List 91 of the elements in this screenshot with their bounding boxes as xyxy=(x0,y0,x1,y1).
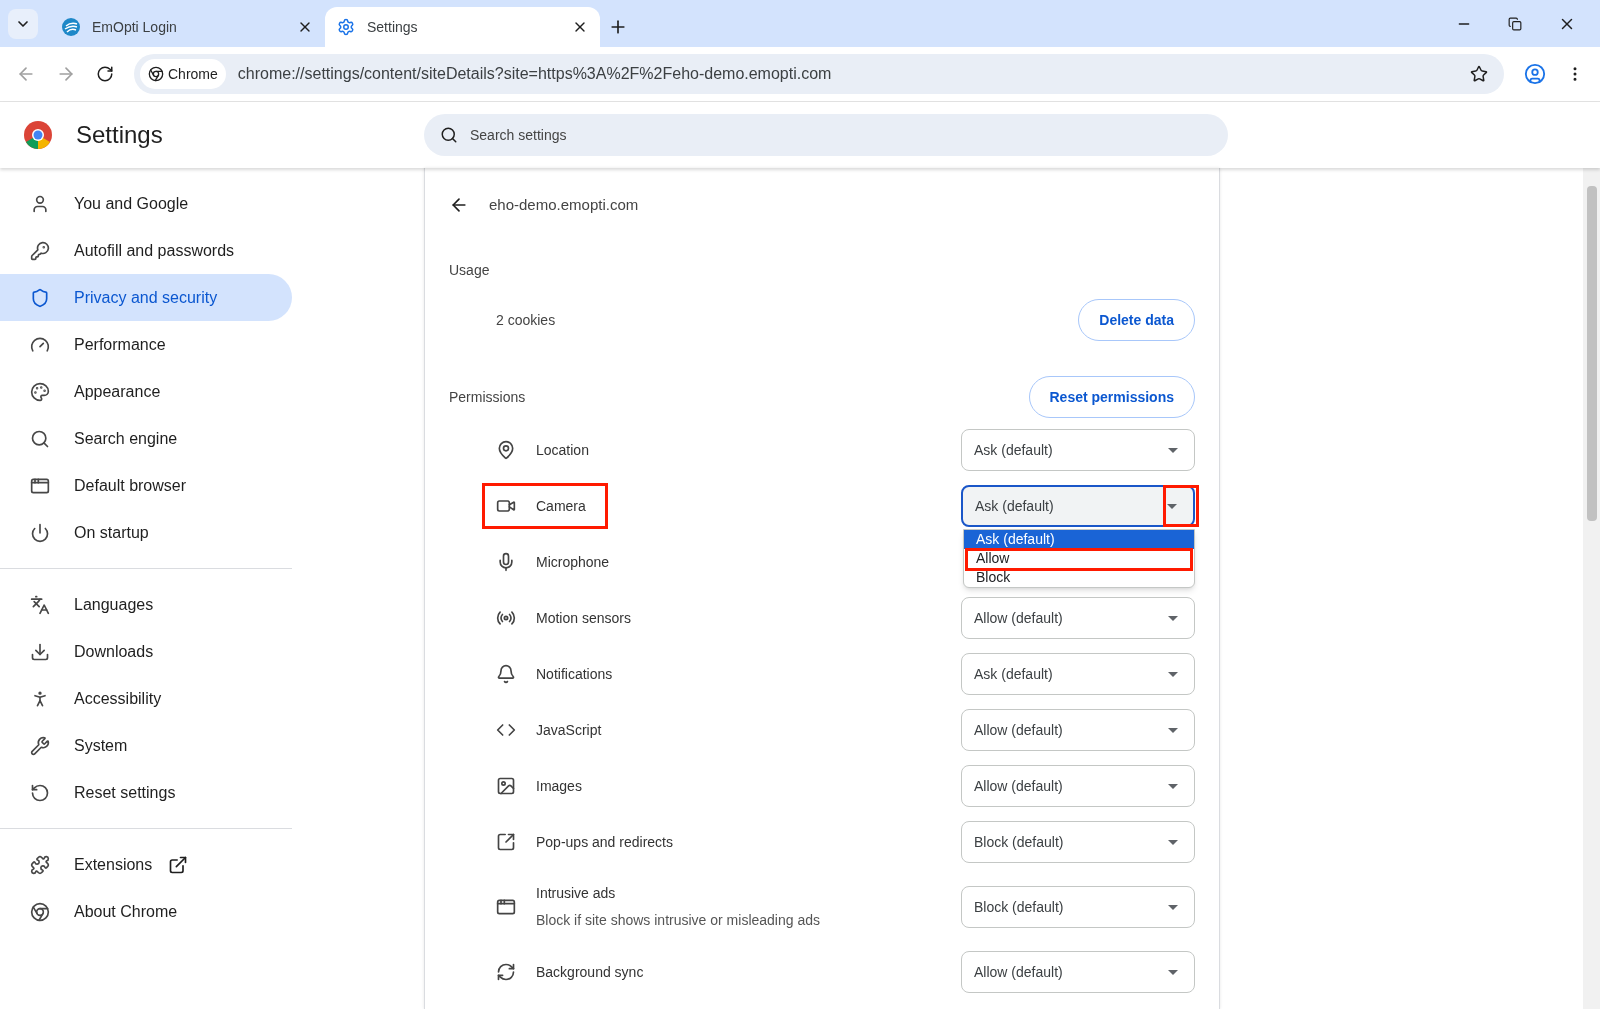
chrome-icon xyxy=(148,66,164,82)
person-icon xyxy=(30,193,50,214)
gear-icon xyxy=(337,18,355,36)
permission-dropdown[interactable]: Allow (default) xyxy=(961,951,1195,993)
key-icon xyxy=(30,240,50,261)
permission-dropdown[interactable]: Ask (default) xyxy=(961,485,1195,527)
search-field[interactable]: Search settings xyxy=(424,114,1228,156)
caret-icon xyxy=(1168,969,1178,975)
sidebar-item[interactable]: On startup xyxy=(0,509,292,556)
reset-icon xyxy=(30,782,50,803)
restore-icon[interactable] xyxy=(1508,16,1522,31)
sidebar-item[interactable]: Reset settings xyxy=(0,769,292,816)
star-icon[interactable] xyxy=(1470,65,1488,83)
permission-name: Background sync xyxy=(536,962,644,982)
tab-search-button[interactable] xyxy=(8,8,38,39)
section-heading: Permissions xyxy=(449,387,526,407)
reload-icon[interactable] xyxy=(96,65,114,83)
permission-name: Motion sensors xyxy=(536,608,631,628)
translate-icon xyxy=(30,594,50,615)
browser-tab[interactable]: EmOpti Login xyxy=(50,7,325,47)
sidebar-item[interactable]: Performance xyxy=(0,321,292,368)
tab-title: Settings xyxy=(367,17,419,37)
permission-name: Notifications xyxy=(536,664,613,684)
permission-description: Block if site shows intrusive or misleading ads xyxy=(536,911,820,930)
profile-icon[interactable] xyxy=(1524,63,1546,85)
sidebar-item[interactable]: Autofill and passwords xyxy=(0,227,292,274)
permission-name: Camera xyxy=(536,496,586,516)
bell-icon xyxy=(496,664,516,684)
permission-dropdown[interactable]: Block (default) xyxy=(961,886,1195,928)
chrome-icon xyxy=(30,901,50,922)
sidebar-item[interactable]: System xyxy=(0,722,292,769)
caret-icon xyxy=(1168,904,1178,910)
permission-dropdown[interactable]: Ask (default) xyxy=(961,653,1195,695)
chrome-logo-icon xyxy=(24,121,52,149)
caret-icon xyxy=(1168,783,1178,789)
permission-name: Location xyxy=(536,440,589,460)
permission-name: Images xyxy=(536,776,582,796)
microphone-icon xyxy=(496,552,516,572)
sidebar-item[interactable]: Search engine xyxy=(0,415,292,462)
dropdown-option[interactable]: Allow xyxy=(964,549,1194,568)
sidebar-item[interactable]: Downloads xyxy=(0,628,292,675)
window-icon xyxy=(496,897,516,917)
caret-icon xyxy=(1168,839,1178,845)
wrench-icon xyxy=(30,735,50,756)
sidebar-item[interactable]: Default browser xyxy=(0,462,292,509)
sidebar-item[interactable]: Extensions xyxy=(0,841,292,888)
sidebar-item[interactable]: Appearance xyxy=(0,368,292,415)
page-title: Settings xyxy=(76,120,163,150)
caret-icon xyxy=(1168,447,1178,453)
tab-title: EmOpti Login xyxy=(92,17,178,37)
palette-icon xyxy=(30,381,50,402)
caret-icon xyxy=(1168,727,1178,733)
signal-icon xyxy=(496,608,516,628)
shield-icon xyxy=(30,287,50,308)
browser-tab[interactable]: Settings xyxy=(325,7,600,47)
permission-dropdown[interactable]: Allow (default) xyxy=(961,765,1195,807)
external-link-icon[interactable] xyxy=(168,854,189,875)
permission-dropdown[interactable]: Block (default) xyxy=(961,821,1195,863)
caret-icon xyxy=(1168,671,1178,677)
dropdown-option[interactable]: Block xyxy=(964,568,1194,587)
logo-icon xyxy=(62,18,80,36)
search-icon xyxy=(440,126,458,144)
sync-icon xyxy=(496,962,516,982)
cookie-count: 2 cookies xyxy=(496,310,556,330)
url-text: chrome://settings/content/siteDetails?site=https%3A%2F%2Feho-demo.emopti.com xyxy=(237,64,833,84)
permission-dropdown[interactable]: Allow (default) xyxy=(961,597,1195,639)
permission-dropdown[interactable]: Ask (default) xyxy=(961,429,1195,471)
section-heading: Usage xyxy=(449,261,491,280)
power-icon xyxy=(30,522,50,543)
sidebar-item[interactable]: Languages xyxy=(0,581,292,628)
permission-name: JavaScript xyxy=(536,720,602,740)
sidebar-item[interactable]: About Chrome xyxy=(0,888,292,935)
permission-name: Intrusive ads xyxy=(536,884,617,903)
search-icon xyxy=(30,428,50,449)
site-name: eho-demo.emopti.com xyxy=(489,194,639,215)
image-icon xyxy=(496,776,516,796)
site-chip[interactable]: Chrome xyxy=(140,59,226,89)
caret-icon xyxy=(1167,503,1177,509)
caret-icon xyxy=(1168,615,1178,621)
sidebar-item[interactable]: Accessibility xyxy=(0,675,292,722)
external-link-icon xyxy=(496,832,516,852)
pin-icon xyxy=(496,440,516,460)
address-bar[interactable]: Chrome chrome://settings/content/siteDetails?site=https%3A%2F%2Feho-demo.emopti.com xyxy=(134,54,1504,94)
permission-dropdown[interactable]: Allow (default) xyxy=(961,709,1195,751)
permission-name: Pop-ups and redirects xyxy=(536,832,673,852)
download-icon xyxy=(30,641,50,662)
puzzle-icon xyxy=(30,854,50,875)
dropdown-option[interactable]: Ask (default) xyxy=(964,530,1194,549)
sidebar-item[interactable]: Privacy and security xyxy=(0,274,292,321)
permission-name: Microphone xyxy=(536,552,610,572)
sidebar-item[interactable]: You and Google xyxy=(0,180,292,227)
